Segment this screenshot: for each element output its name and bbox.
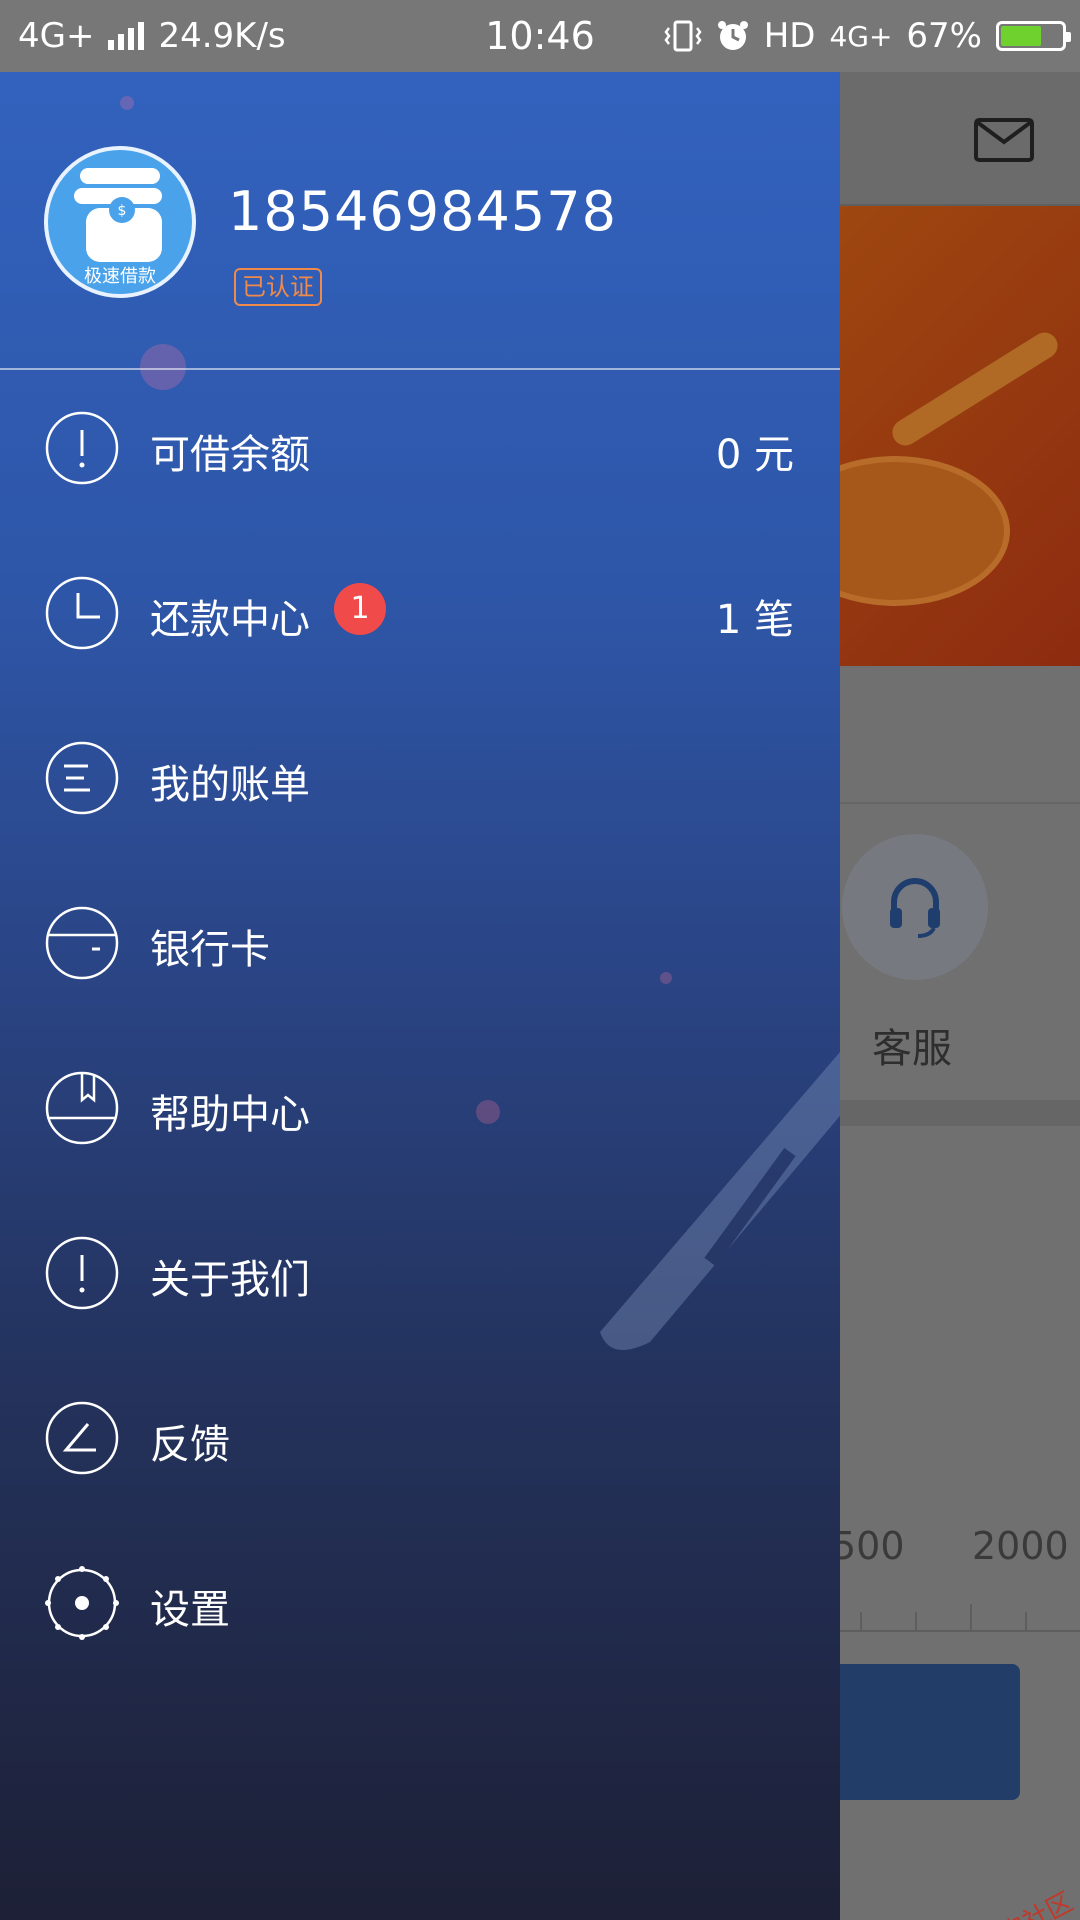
menu-item-label: 反馈 — [150, 1422, 230, 1468]
hd-indicator: HD — [763, 16, 816, 56]
menu-item-label: 还款中心 — [150, 597, 310, 643]
mail-icon[interactable] — [974, 118, 1034, 162]
menu-item-help-center[interactable]: 帮助中心 — [0, 1030, 840, 1195]
battery-icon — [996, 21, 1071, 51]
avatar-caption: 极速借款 — [84, 266, 156, 287]
menu-item-label: 设置 — [150, 1587, 230, 1633]
amount-slider-ticks[interactable] — [840, 1602, 1080, 1632]
exclamation-icon — [45, 411, 119, 485]
menu-item-label: 关于我们 — [150, 1257, 310, 1303]
amount-scale-label: 500 — [832, 1524, 905, 1568]
menu-item-about-us[interactable]: 关于我们 — [0, 1195, 840, 1360]
help-book-icon — [45, 1071, 119, 1145]
info-icon — [45, 1236, 119, 1310]
menu-item-label: 银行卡 — [150, 927, 270, 973]
watermark: 卡农社区 — [969, 1882, 1078, 1920]
menu-item-my-bills[interactable]: 我的账单 — [0, 700, 840, 865]
menu-item-label: 可借余额 — [150, 432, 310, 478]
apply-button[interactable] — [820, 1664, 1020, 1800]
menu-item-label: 我的账单 — [150, 762, 310, 808]
navigation-drawer: $ 极速借款 18546984578 已认证 可借余额 0 元 还款中心 1 1… — [0, 72, 840, 1920]
network-type-right: 4G+ — [829, 19, 893, 53]
menu-item-feedback[interactable]: 反馈 — [0, 1360, 840, 1525]
list-icon — [45, 741, 119, 815]
section-divider — [840, 802, 1080, 804]
menu-item-value: 1 笔 — [715, 597, 794, 643]
customer-service-label: 客服 — [872, 1026, 952, 1072]
settings-icon — [45, 1566, 119, 1640]
menu-item-label: 帮助中心 — [150, 1092, 310, 1138]
vibrate-icon — [664, 20, 702, 52]
menu-item-bank-card[interactable]: 银行卡 — [0, 865, 840, 1030]
status-bar: 4G+ 24.9K/s 10:46 HD 4G+ 67% — [0, 0, 1080, 72]
avatar[interactable]: $ 极速借款 — [44, 146, 196, 298]
banner-illustration-stick — [887, 327, 1063, 451]
headset-icon — [890, 878, 940, 938]
bank-card-icon — [45, 906, 119, 980]
battery-percent: 67% — [906, 16, 982, 56]
status-right: HD 4G+ 67% — [664, 0, 1071, 72]
decor-speck — [120, 96, 134, 110]
menu-item-repayment-center[interactable]: 还款中心 1 1 笔 — [0, 535, 840, 700]
menu-item-settings[interactable]: 设置 — [0, 1525, 840, 1690]
notification-badge: 1 — [334, 583, 386, 635]
section-band — [840, 1100, 1080, 1126]
alarm-icon — [717, 21, 748, 50]
menu-item-value: 0 元 — [715, 432, 794, 478]
svg-text:$: $ — [118, 203, 127, 219]
clock-icon — [45, 576, 119, 650]
feedback-icon — [45, 1401, 119, 1475]
amount-scale-label: 2000 — [972, 1524, 1069, 1568]
menu-item-available-credit[interactable]: 可借余额 0 元 — [0, 370, 840, 535]
user-phone-number: 18546984578 — [228, 180, 617, 243]
verified-badge: 已认证 — [234, 268, 322, 306]
